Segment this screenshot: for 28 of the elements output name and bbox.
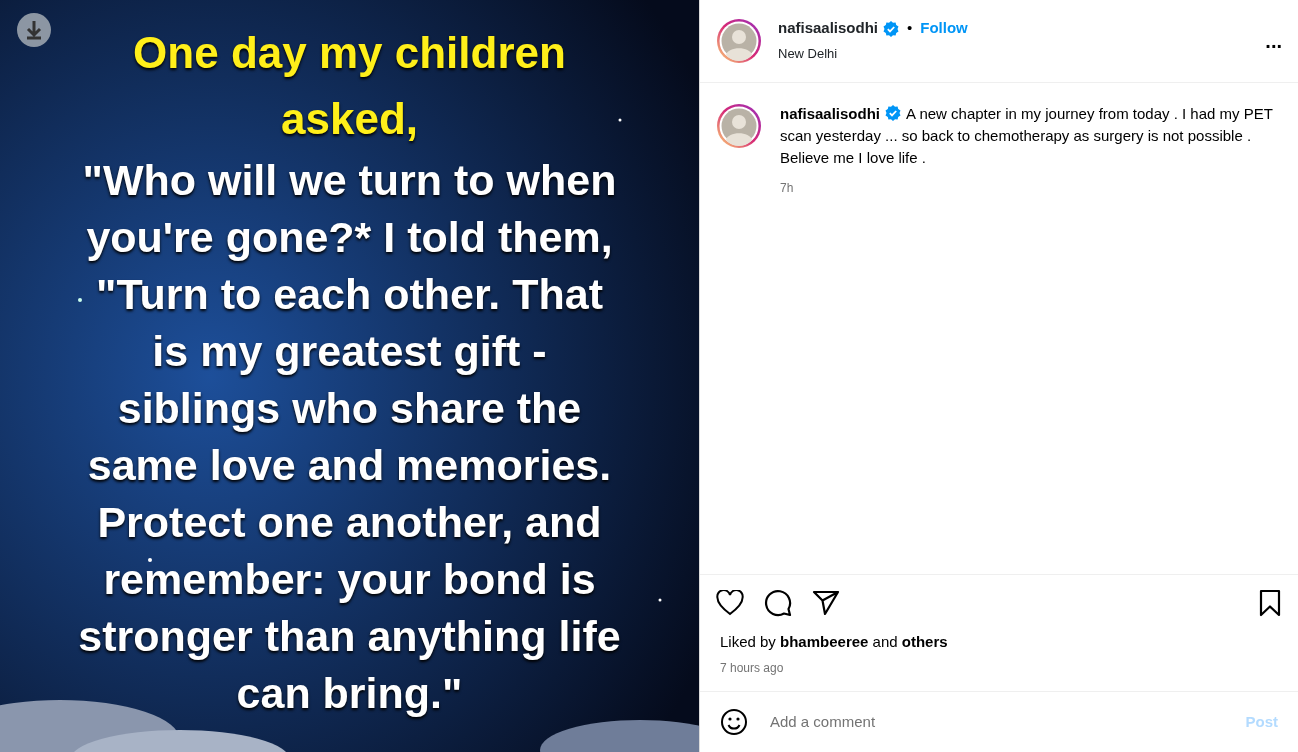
post-timestamp: 7 hours ago — [719, 660, 785, 677]
quote-title: One day my children — [133, 27, 566, 79]
comment-icon[interactable] — [764, 588, 792, 617]
quote-line: you're gone?* I told them, — [86, 212, 613, 263]
download-icon[interactable] — [16, 12, 52, 48]
quote-line: remember: your bond is — [103, 554, 596, 605]
caption-text: nafisaalisodhi A new chapter in my journey from today . I had my PET scan yesterday ... so back to chemotherapy as surgery is not possible . Believe me I love life . — [780, 104, 1274, 168]
separator: • — [907, 18, 913, 39]
quote-line: can bring." — [236, 668, 463, 719]
bookmark-icon[interactable] — [1258, 588, 1282, 617]
quote-line: "Turn to each other. That — [96, 269, 603, 320]
avatar[interactable] — [716, 18, 762, 64]
emoji-icon[interactable] — [720, 708, 748, 736]
username[interactable]: nafisaalisodhi — [778, 17, 879, 40]
more-button[interactable]: ... — [1265, 31, 1282, 51]
quote-line: same love and memories. — [87, 440, 612, 491]
likes-text: Liked by bhambeeree and others — [719, 631, 949, 652]
quote-line: "Who will we turn to when — [82, 155, 617, 206]
quote-title: asked, — [281, 93, 418, 145]
quote-line: is my greatest gift - — [152, 326, 547, 377]
post-time: 7h — [780, 180, 795, 197]
like-icon[interactable] — [716, 589, 744, 616]
avatar[interactable] — [716, 103, 762, 149]
quote-line: siblings who share the — [117, 383, 582, 434]
quote-line: stronger than anything life — [78, 611, 621, 662]
location-link[interactable]: New Delhi — [778, 43, 838, 64]
quote-line: Protect one another, and — [97, 497, 602, 548]
share-icon[interactable] — [812, 589, 840, 616]
